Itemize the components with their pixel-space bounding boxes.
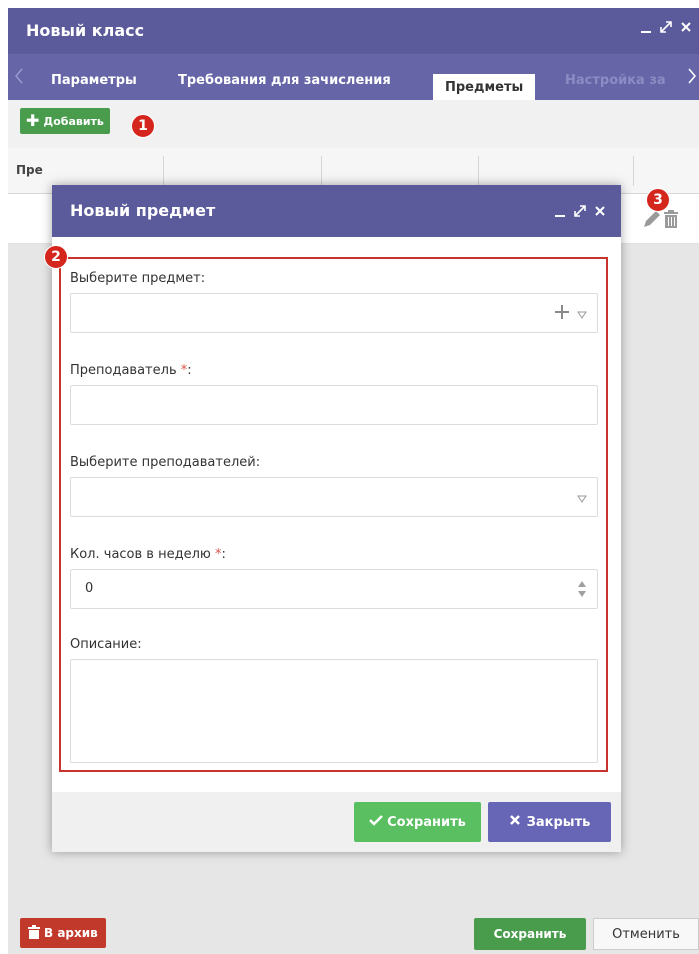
column-divider: [633, 156, 634, 186]
tab-parameters[interactable]: Параметры: [51, 54, 137, 100]
close-icon[interactable]: [593, 202, 607, 220]
teacher-input[interactable]: [70, 385, 598, 425]
archive-button[interactable]: В архив: [20, 918, 106, 948]
tab-settings[interactable]: Настройка за: [565, 54, 666, 100]
outer-window-footer: В архив Сохранить Отменить: [8, 898, 699, 954]
tabs-bar: Параметры Требования для зачисления Пред…: [8, 54, 699, 100]
check-icon: [369, 814, 383, 830]
modal-window-controls: [553, 202, 607, 220]
description-label: Описание:: [70, 637, 142, 652]
step-badge-3: 3: [646, 188, 670, 212]
column-divider: [321, 156, 322, 186]
modal-close-button[interactable]: Закрыть: [488, 802, 611, 842]
trash-icon: [28, 924, 40, 942]
plus-icon[interactable]: [555, 304, 569, 323]
subjects-toolbar: ✚ Добавить: [8, 100, 699, 148]
description-textarea[interactable]: [70, 659, 598, 763]
tabs-scroll-right-icon[interactable]: [687, 67, 699, 85]
tabs-scroll-left-icon[interactable]: [14, 67, 26, 85]
close-icon: [509, 814, 521, 830]
cancel-button[interactable]: Отменить: [593, 918, 699, 950]
modal-header: Новый предмет: [52, 185, 621, 237]
add-subject-button[interactable]: ✚ Добавить: [20, 108, 110, 134]
column-header-subject[interactable]: Пре: [16, 163, 43, 177]
chevron-down-icon[interactable]: [577, 488, 587, 507]
subject-label: Выберите предмет:: [70, 271, 206, 286]
maximize-icon[interactable]: [573, 202, 587, 220]
tab-subjects[interactable]: Предметы: [433, 74, 536, 100]
modal-body: Выберите предмет: Преподаватель *: Выбер…: [52, 237, 621, 792]
maximize-icon[interactable]: [659, 18, 673, 36]
teacher-label-text: Преподаватель: [70, 363, 177, 378]
modal-close-label: Закрыть: [526, 814, 591, 830]
hours-value: 0: [85, 581, 94, 596]
teachers-select[interactable]: [70, 477, 598, 517]
tab-enrollment-requirements[interactable]: Требования для зачисления: [178, 54, 391, 100]
new-subject-modal: Новый предмет Выберите предмет: Преподав…: [52, 185, 621, 852]
teacher-label: Преподаватель *:: [70, 363, 192, 378]
stepper-arrows-icon[interactable]: [577, 579, 587, 603]
subject-select-icons: [555, 304, 587, 323]
row-actions: [641, 208, 679, 234]
outer-window-header: Новый класс: [8, 8, 699, 54]
add-button-label: Добавить: [43, 114, 104, 128]
teachers-select-icons: [577, 488, 587, 507]
outer-window-controls: [639, 18, 693, 36]
modal-save-label: Сохранить: [387, 814, 466, 830]
step-badge-1: 1: [131, 114, 155, 138]
minimize-icon[interactable]: [553, 202, 567, 220]
label-colon: :: [187, 363, 192, 378]
column-divider: [478, 156, 479, 186]
step-badge-2: 2: [44, 245, 68, 269]
modal-footer: Сохранить Закрыть: [52, 792, 621, 852]
plus-icon: ✚: [26, 111, 40, 130]
outer-window-title: Новый класс: [26, 21, 145, 40]
minimize-icon[interactable]: [639, 18, 653, 36]
stepper-icons: [577, 579, 587, 603]
hours-per-week-stepper[interactable]: 0: [70, 569, 598, 609]
chevron-down-icon[interactable]: [577, 304, 587, 323]
save-class-button[interactable]: Сохранить: [474, 918, 586, 950]
archive-button-label: В архив: [44, 926, 98, 940]
subject-select[interactable]: [70, 293, 598, 333]
modal-title: Новый предмет: [70, 201, 216, 220]
teachers-label: Выберите преподавателей:: [70, 455, 261, 470]
delete-icon[interactable]: [663, 208, 679, 234]
modal-save-button[interactable]: Сохранить: [354, 802, 481, 842]
hours-label: Кол. часов в неделю *:: [70, 547, 226, 562]
hours-label-text: Кол. часов в неделю: [70, 547, 211, 562]
close-icon[interactable]: [679, 18, 693, 36]
label-colon: :: [221, 547, 226, 562]
column-divider: [163, 156, 164, 186]
